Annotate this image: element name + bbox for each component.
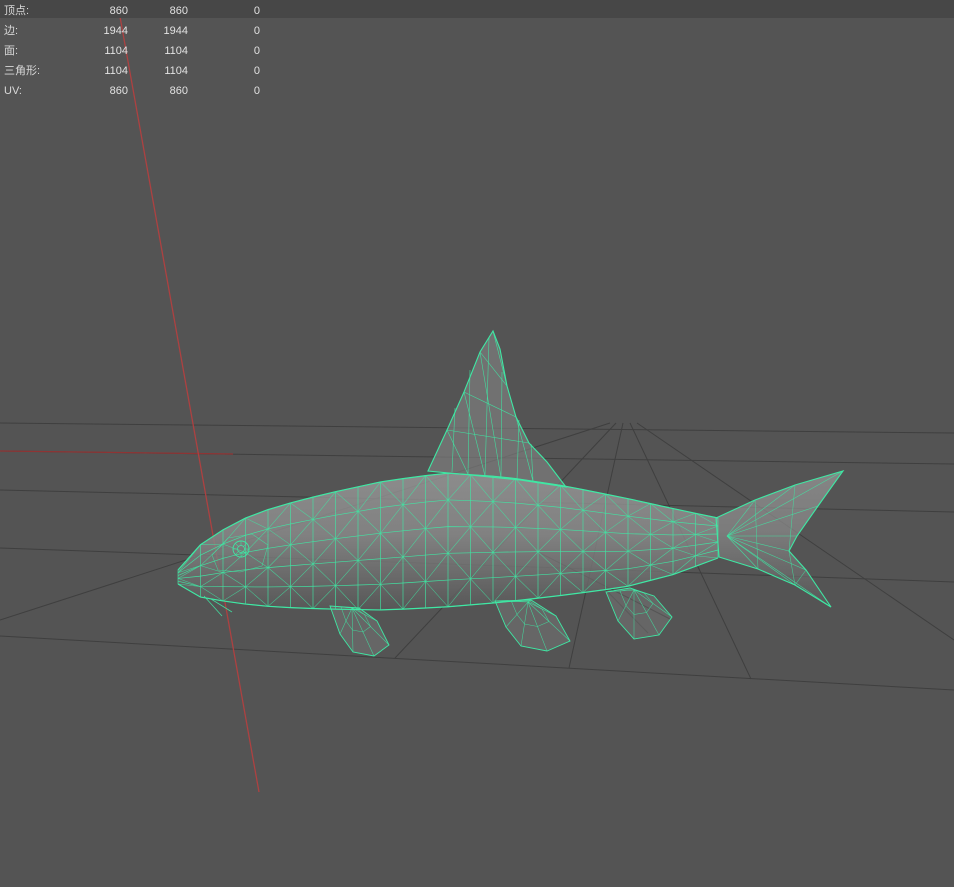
stat-value: 860 bbox=[169, 5, 188, 17]
stat-value: 0 bbox=[253, 45, 260, 57]
stat-label: 边: bbox=[4, 25, 19, 37]
stat-value: 1104 bbox=[164, 65, 188, 77]
stats-row-triangles: 三角形: 1104 1104 0 bbox=[4, 61, 260, 81]
stat-value: 0 bbox=[253, 85, 260, 97]
stat-value: 0 bbox=[253, 25, 260, 37]
stat-value: 1944 bbox=[163, 25, 188, 37]
mesh-stats-panel: 顶点: 860 860 0 边: 1944 1944 0 面: 1104 110… bbox=[4, 1, 260, 101]
stats-row-vertices: 顶点: 860 860 0 bbox=[4, 1, 260, 21]
stat-label: 顶点: bbox=[4, 5, 30, 17]
stat-value: 0 bbox=[253, 65, 260, 77]
stat-label: UV: bbox=[4, 85, 22, 97]
stat-value: 1944 bbox=[103, 25, 128, 37]
stats-row-edges: 边: 1944 1944 0 bbox=[4, 21, 260, 41]
axis-lines bbox=[0, 0, 260, 793]
stat-value: 0 bbox=[253, 5, 260, 17]
stat-label: 三角形: bbox=[4, 65, 41, 77]
stat-value: 860 bbox=[109, 85, 128, 97]
stat-value: 1104 bbox=[104, 65, 128, 77]
fish-wireframe-model[interactable] bbox=[177, 329, 845, 657]
stats-row-uv: UV: 860 860 0 bbox=[4, 81, 260, 101]
scene-canvas[interactable] bbox=[0, 0, 954, 887]
stat-value: 1104 bbox=[164, 45, 188, 57]
stat-value: 1104 bbox=[104, 45, 128, 57]
stat-label: 面: bbox=[4, 45, 19, 57]
viewport-3d[interactable]: 顶点: 860 860 0 边: 1944 1944 0 面: 1104 110… bbox=[0, 0, 954, 887]
stats-row-faces: 面: 1104 1104 0 bbox=[4, 41, 260, 61]
stat-value: 860 bbox=[109, 5, 128, 17]
stat-value: 860 bbox=[169, 85, 188, 97]
